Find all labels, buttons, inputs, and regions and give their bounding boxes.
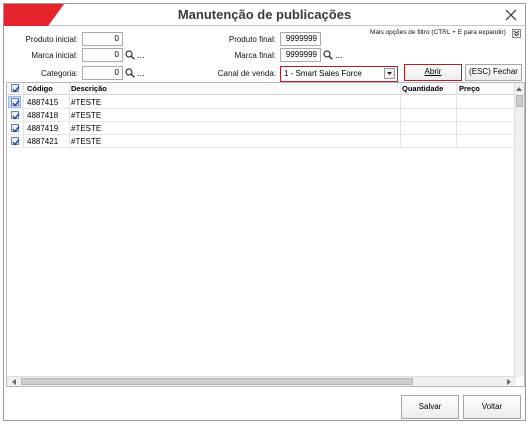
vertical-scrollbar[interactable] <box>514 83 524 377</box>
row-checkbox[interactable] <box>11 137 20 146</box>
cell-descricao: #TESTE <box>71 98 102 107</box>
cell-codigo: 4887415 <box>27 98 59 107</box>
produto-inicial-label: Produto inicial: <box>25 35 78 44</box>
salvar-button-label: Salvar <box>418 402 442 411</box>
table-row[interactable]: 4887415 #TESTE <box>7 96 516 109</box>
categoria-input[interactable]: 0 <box>82 66 123 80</box>
cell-descricao: #TESTE <box>71 124 102 133</box>
scroll-up-arrow-icon[interactable] <box>515 85 523 93</box>
column-header-codigo[interactable]: Código <box>27 84 53 93</box>
more-dots[interactable]: ... <box>137 50 145 60</box>
dropdown-arrow[interactable] <box>384 68 395 79</box>
filter-panel: Produto inicial: 0 Marca inicial: 0 ... … <box>4 27 525 82</box>
table-row[interactable]: 4887419 #TESTE <box>7 122 516 135</box>
checkmark-icon <box>12 126 20 133</box>
footer-bar: Salvar Voltar <box>4 390 525 420</box>
checkmark-icon <box>12 113 20 120</box>
column-header-preco[interactable]: Preço <box>459 84 480 93</box>
scroll-right-arrow-icon[interactable] <box>505 378 513 386</box>
fechar-button-label: (ESC) Fechar <box>469 67 518 76</box>
column-header-descricao[interactable]: Descrição <box>71 84 107 93</box>
marca-inicial-input[interactable]: 0 <box>82 48 123 62</box>
cell-descricao: #TESTE <box>71 111 102 120</box>
more-filter-options-text: Mais opções de filtro (CTRL + E para exp… <box>370 29 506 36</box>
cell-codigo: 4887418 <box>27 111 59 120</box>
canal-de-venda-value: 1 - Smart Sales Force <box>284 69 362 78</box>
vertical-scroll-thumb[interactable] <box>516 95 523 107</box>
canal-de-venda-select[interactable]: 1 - Smart Sales Force <box>280 66 398 82</box>
search-icon[interactable] <box>323 50 333 60</box>
search-icon[interactable] <box>125 68 135 78</box>
canal-de-venda-label: Canal de venda: <box>217 69 276 78</box>
search-icon[interactable] <box>125 50 135 60</box>
marca-inicial-lookup[interactable]: ... <box>125 48 145 62</box>
more-dots[interactable]: ... <box>335 50 343 60</box>
produto-inicial-input[interactable]: 0 <box>82 32 123 46</box>
produto-final-input[interactable]: 9999999 <box>280 32 321 46</box>
row-checkbox[interactable] <box>11 124 20 133</box>
close-icon[interactable] <box>501 5 521 25</box>
cell-codigo: 4887419 <box>27 124 59 133</box>
horizontal-scrollbar[interactable] <box>7 376 516 386</box>
table-row[interactable]: 4887418 #TESTE <box>7 109 516 122</box>
window-title: Manutenção de publicações <box>177 7 352 22</box>
abrir-button-label: Abrir <box>424 67 442 76</box>
select-all-checkbox[interactable] <box>11 84 20 93</box>
double-chevron-down-icon <box>513 30 520 37</box>
produto-final-label: Produto final: <box>228 35 276 44</box>
abrir-button[interactable]: Abrir <box>404 64 462 81</box>
more-dots[interactable]: ... <box>137 68 145 78</box>
expand-filters-button[interactable] <box>512 29 521 38</box>
voltar-button[interactable]: Voltar <box>463 395 521 419</box>
title-bar: Manutenção de publicações <box>4 4 525 26</box>
scroll-left-arrow-icon[interactable] <box>10 378 18 386</box>
horizontal-scroll-thumb[interactable] <box>21 378 413 385</box>
voltar-button-label: Voltar <box>481 402 503 411</box>
checkmark-icon <box>12 100 20 107</box>
chevron-down-icon <box>387 72 392 75</box>
row-checkbox[interactable] <box>11 111 20 120</box>
column-header-quantidade[interactable]: Quantidade <box>402 84 443 93</box>
checkmark-icon <box>12 86 20 93</box>
marca-final-lookup[interactable]: ... <box>323 48 343 62</box>
salvar-button[interactable]: Salvar <box>401 395 459 419</box>
grid-header: Código Descrição Quantidade Preço <box>7 83 516 95</box>
marca-final-label: Marca final: <box>234 51 276 60</box>
categoria-label: Categoria: <box>41 69 78 78</box>
row-checkbox[interactable] <box>11 98 20 107</box>
cell-codigo: 4887421 <box>27 137 59 146</box>
publications-grid: Código Descrição Quantidade Preço 488741… <box>6 82 525 387</box>
table-row[interactable]: 4887421 #TESTE <box>7 135 516 148</box>
marca-final-input[interactable]: 9999999 <box>280 48 321 62</box>
dialog-window: Manutenção de publicações Produto inicia… <box>3 3 526 421</box>
categoria-lookup[interactable]: ... <box>125 66 145 80</box>
cell-descricao: #TESTE <box>71 137 102 146</box>
fechar-button[interactable]: (ESC) Fechar <box>465 64 522 81</box>
checkmark-icon <box>12 139 20 146</box>
marca-inicial-label: Marca inicial: <box>31 51 78 60</box>
